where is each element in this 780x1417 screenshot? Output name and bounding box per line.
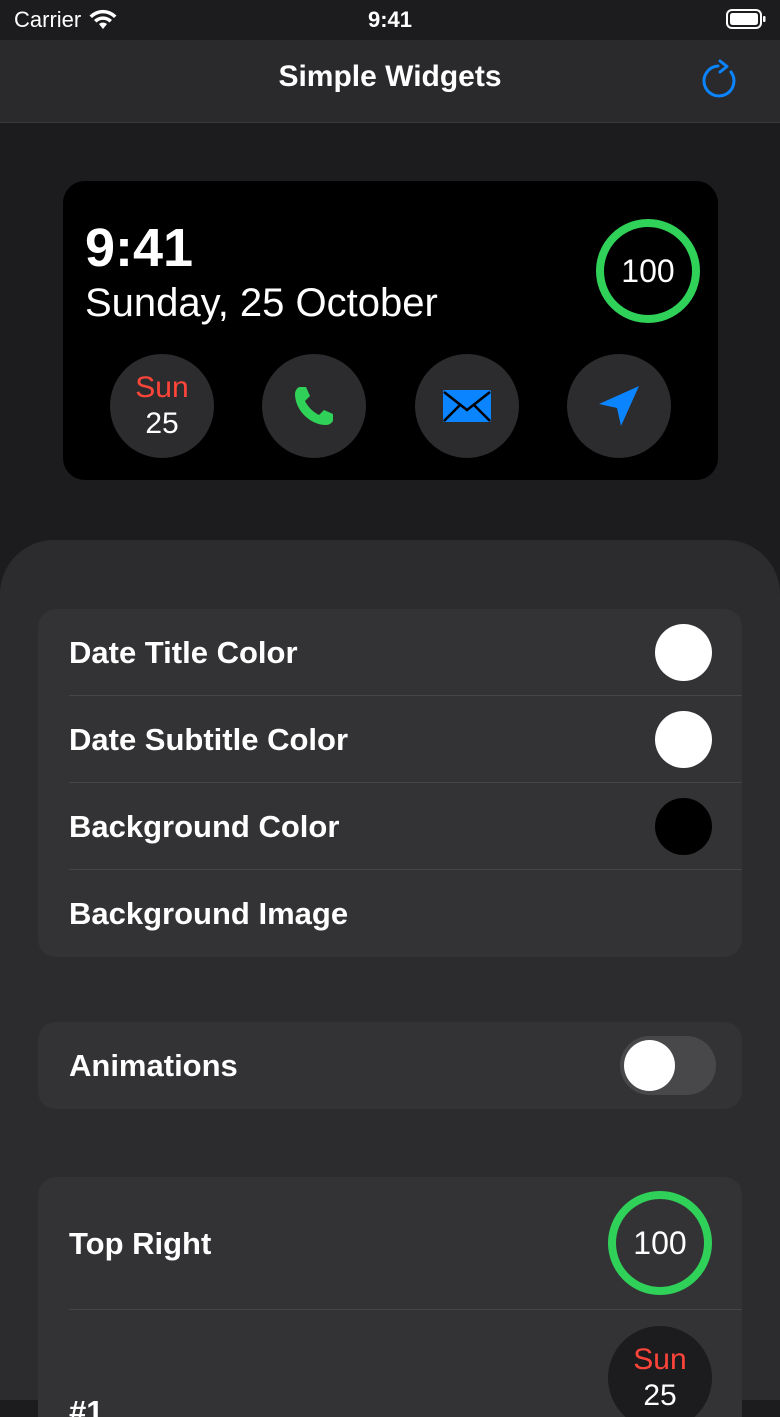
animations-row: Animations	[38, 1022, 742, 1109]
row-label: Top Right	[69, 1225, 212, 1261]
battery-ring: 100	[596, 219, 700, 323]
mail-button[interactable]	[415, 354, 519, 458]
slot-1-calendar: Sun 25	[608, 1326, 712, 1417]
status-bar: Carrier 9:41	[0, 0, 780, 40]
date-title-color-swatch[interactable]	[655, 624, 712, 681]
date-title-color-row[interactable]: Date Title Color	[38, 609, 742, 696]
location-button[interactable]	[567, 354, 671, 458]
calendar-date: 25	[643, 1379, 677, 1412]
background-image-row[interactable]: Background Image	[38, 870, 742, 957]
widget-date: Sunday, 25 October	[85, 281, 438, 325]
phone-button[interactable]	[262, 354, 366, 458]
animations-group: Animations	[38, 1022, 742, 1109]
phone-icon	[295, 387, 333, 425]
row-label: #1	[69, 1394, 104, 1417]
calendar-button[interactable]: Sun 25	[110, 354, 214, 458]
widget-preview: 9:41 Sunday, 25 October 100 Sun 25	[63, 181, 718, 480]
animations-toggle[interactable]	[620, 1036, 716, 1095]
battery-icon	[726, 9, 766, 29]
background-color-row[interactable]: Background Color	[38, 783, 742, 870]
status-time: 9:41	[367, 7, 413, 32]
row-label: Background Image	[69, 895, 349, 931]
page-title: Simple Widgets	[278, 60, 502, 93]
color-settings-group: Date Title Color Date Subtitle Color Bac…	[38, 609, 742, 957]
row-label: Background Color	[69, 808, 340, 844]
calendar-date: 25	[145, 407, 179, 440]
date-subtitle-color-swatch[interactable]	[655, 711, 712, 768]
calendar-day: Sun	[135, 371, 189, 404]
slot-1-row[interactable]: #1 Sun 25	[38, 1310, 742, 1417]
background-color-swatch[interactable]	[655, 798, 712, 855]
mail-icon	[443, 390, 491, 422]
battery-ring-value: 100	[621, 252, 675, 289]
date-subtitle-color-row[interactable]: Date Subtitle Color	[38, 696, 742, 783]
row-label: Date Title Color	[69, 634, 298, 670]
widget-time: 9:41	[85, 218, 194, 278]
refresh-icon[interactable]	[696, 58, 742, 104]
top-right-ring: 100	[608, 1191, 712, 1295]
row-label: Date Subtitle Color	[69, 721, 349, 757]
navigation-bar: Simple Widgets	[0, 40, 780, 123]
toggle-knob	[624, 1040, 675, 1091]
location-arrow-icon	[599, 386, 639, 426]
settings-sheet: Date Title Color Date Subtitle Color Bac…	[0, 540, 780, 1417]
top-right-ring-value: 100	[633, 1224, 687, 1261]
widget-slots-group: Top Right 100 #1 Sun 25	[38, 1177, 742, 1417]
row-label: Animations	[69, 1047, 238, 1083]
top-right-slot-row[interactable]: Top Right 100	[38, 1177, 742, 1310]
calendar-day: Sun	[633, 1343, 687, 1376]
